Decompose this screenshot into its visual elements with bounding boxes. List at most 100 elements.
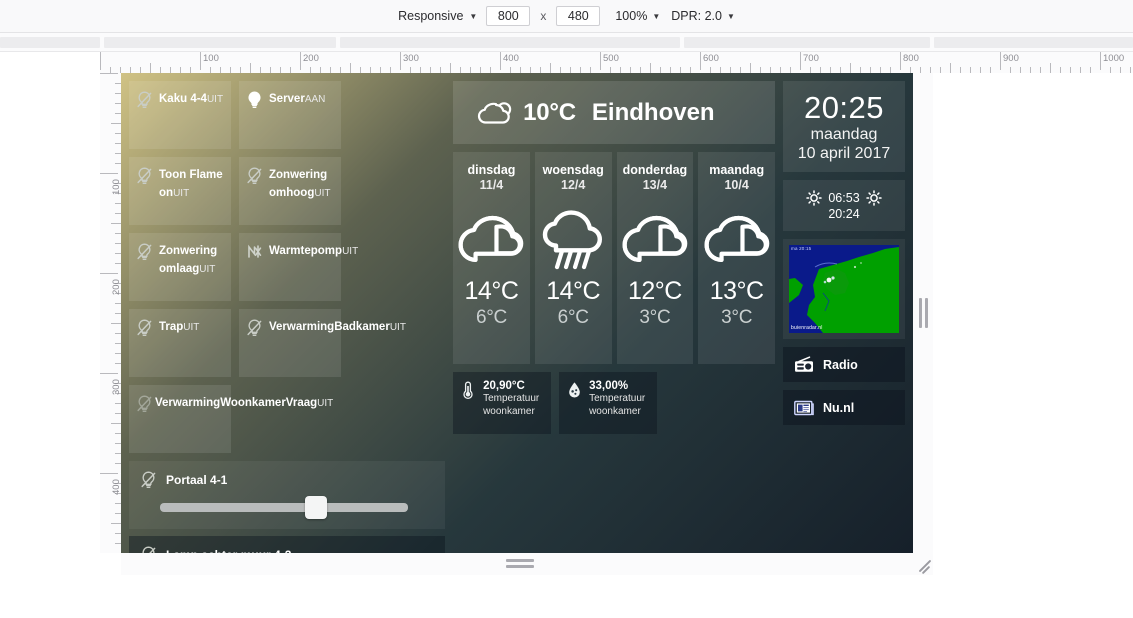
dimmer-list: Portaal 4-1 Lamp achter muur 4-2 Piramid… [129,461,446,553]
switch-tile-name: Trap [159,321,184,333]
switch-tile-grid: Kaku 4-4UIT ServerAAN Toon Flame onUIT Z… [129,81,445,453]
radio-icon [794,356,814,373]
shortcut-radio-label: Radio [823,357,858,372]
sensor-tile: 33,00% Temperatuur woonkamer [559,372,658,434]
ruler-label: 200 [111,279,121,295]
ruler-label: 400 [503,53,519,64]
switch-tile[interactable]: Zonwering omlaagUIT [129,233,231,301]
viewport-resize-bottom-handle[interactable] [121,553,933,575]
ruler-label: 100 [111,179,121,195]
sunrise-icon [806,190,823,206]
ruler-label: 700 [803,53,819,64]
switch-tile[interactable]: Zonwering omhoogUIT [239,157,341,225]
switch-tile[interactable]: Toon Flame onUIT [129,157,231,225]
switch-tile-state: UIT [183,322,200,333]
device-preset-label: Responsive [398,9,464,23]
zoom-label: 100% [615,9,648,23]
vertical-ruler: 100200300400500 [100,73,121,553]
rain-radar-panel[interactable]: ma 20:15 buienradar.nl [783,239,905,339]
dimension-separator: x [540,9,547,23]
lightbulb-off-icon [245,317,264,371]
ruler-label: 800 [903,53,919,64]
dimmer-card[interactable]: Portaal 4-1 [129,461,446,529]
forecast-day-name: woensdag [542,163,604,177]
forecast-day-date: 10/4 [724,178,749,192]
switch-tile-name: Toon Flame on [159,169,223,199]
forecast-high-temp: 14°C [464,277,519,305]
lightbulb-off-icon [139,470,158,490]
switch-tile[interactable]: WarmtepompUIT [239,233,358,301]
lightbulb-off-icon [135,165,154,219]
dimmer-name: Portaal 4-1 [166,473,228,487]
forecast-row: dinsdag 11/4 14°C 6°C woensdag 12/4 14°C 6°C d… [453,152,776,364]
forecast-day: woensdag 12/4 14°C 6°C [534,152,612,364]
rain-icon [536,209,610,271]
cloudy-icon [700,209,774,271]
dimmer-slider[interactable] [160,496,408,519]
info-column: 20:25 maandag 10 april 2017 06:53 20:24 … [783,81,905,545]
chevron-down-icon: ▼ [726,12,735,21]
forecast-day-name: dinsdag [467,163,516,177]
forecast-day-name: maandag [709,163,765,177]
thermometer-icon [461,380,477,434]
home-dashboard: Kaku 4-4UIT ServerAAN Toon Flame onUIT Z… [121,73,913,553]
switch-tile-name: Kaku 4-4 [159,93,207,105]
clock-time: 20:25 [803,89,885,125]
cloudy-icon [454,209,528,271]
forecast-high-temp: 12°C [627,277,682,305]
switch-tile-state: UIT [314,188,331,199]
switch-tile-name: Server [269,93,305,105]
forecast-day-date: 12/4 [561,178,586,192]
current-temperature: 10°C [523,98,576,126]
dimmer-card[interactable]: Lamp achter muur 4-2 [129,536,446,553]
shortcut-nunl[interactable]: Nu.nl [783,390,905,425]
switch-tile[interactable]: ServerAAN [239,81,341,149]
horizontal-ruler: 100 200 300 400 500 600 700 800 900 1000 [100,52,1133,73]
sensor-value: 33,00% [589,380,629,392]
shortcut-radio[interactable]: Radio [783,347,905,382]
viewport-width-input[interactable] [486,6,531,26]
switch-tile-name: Warmtepomp [269,245,343,257]
device-viewport: Kaku 4-4UIT ServerAAN Toon Flame onUIT Z… [121,73,913,553]
switch-tile-state: AAN [304,94,326,105]
ruler-label: 900 [1003,53,1019,64]
switch-tile-state: UIT [317,398,334,409]
forecast-day: maandag 10/4 13°C 3°C [698,152,776,364]
viewport-resize-right-handle[interactable] [913,73,933,553]
zoom-dropdown[interactable]: 100% ▼ [615,9,660,23]
chevron-down-icon: ▼ [469,12,478,21]
heatpump-icon [245,241,264,295]
dpr-dropdown[interactable]: DPR: 2.0 ▼ [671,9,735,23]
radar-timestamp-overlay: ma 20:15 [791,246,812,251]
controls-column: Kaku 4-4UIT ServerAAN Toon Flame onUIT Z… [129,81,446,553]
forecast-day: donderdag 13/4 12°C 3°C [616,152,694,364]
ruler-label: 200 [303,53,319,64]
lightbulb-off-icon [135,317,154,371]
clock-date: 10 april 2017 [797,144,891,162]
current-weather-header: 10°C Eindhoven [453,81,775,144]
sun-times-panel: 06:53 20:24 [783,180,905,231]
weather-column: 10°C Eindhoven dinsdag 11/4 14°C 6°C woensd… [453,81,776,545]
switch-tile-state: UIT [342,246,359,257]
switch-tile-state: UIT [389,322,406,333]
switch-tile[interactable]: Kaku 4-4UIT [129,81,231,149]
switch-tile[interactable]: VerwarmingWoonkamerVraagUIT [129,385,333,453]
ruler-label: 300 [111,379,121,395]
viewport-resize-corner-handle[interactable] [915,553,935,575]
forecast-low-temp: 6°C [475,307,507,328]
switch-tile-state: UIT [199,264,216,275]
forecast-day: dinsdag 11/4 14°C 6°C [453,152,530,364]
chevron-down-icon: ▼ [652,12,661,21]
cloud-icon [475,100,513,126]
dpr-label: DPR: 2.0 [671,9,722,23]
responsive-design-mode-toolbar: Responsive ▼ x 100% ▼ DPR: 2.0 ▼ [0,0,1133,33]
forecast-low-temp: 6°C [557,307,589,328]
switch-tile[interactable]: TrapUIT [129,309,231,377]
dimmer-slider-handle[interactable] [305,496,327,519]
switch-tile[interactable]: VerwarmingBadkamerUIT [239,309,406,377]
sunrise-time: 06:53 [828,191,860,205]
device-preset-dropdown[interactable]: Responsive ▼ [398,9,477,23]
viewport-height-input[interactable] [556,6,601,26]
ruler-label: 500 [603,53,619,64]
resize-grip-icon [506,559,534,568]
